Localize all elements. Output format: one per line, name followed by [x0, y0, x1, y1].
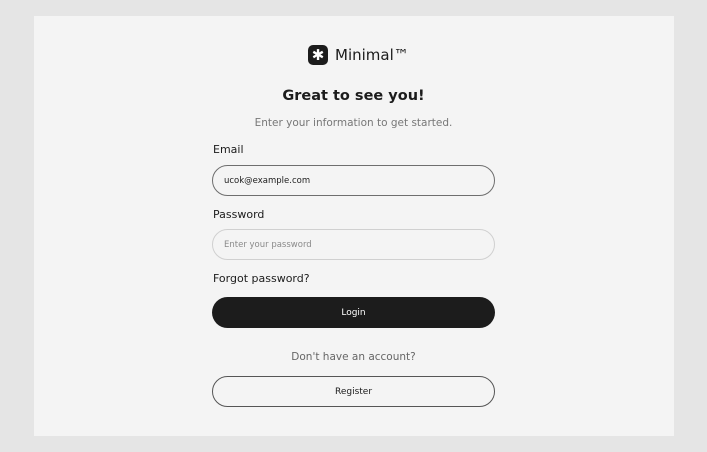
- forgot-password-link[interactable]: Forgot password?: [213, 272, 310, 285]
- brand-name: Minimal™: [335, 46, 409, 64]
- page-subtitle: Enter your information to get started.: [254, 117, 453, 129]
- login-button[interactable]: Login: [212, 297, 495, 328]
- asterisk-icon: ✱: [308, 45, 328, 65]
- password-field[interactable]: [212, 229, 495, 260]
- brand: ✱ Minimal™: [308, 44, 409, 66]
- login-card: [34, 16, 674, 436]
- no-account-text: Don't have an account?: [291, 351, 416, 363]
- password-label: Password: [213, 208, 265, 221]
- register-button[interactable]: Register: [212, 376, 495, 407]
- email-label: Email: [213, 143, 244, 156]
- email-field[interactable]: [212, 165, 495, 196]
- page-title: Great to see you!: [282, 88, 425, 104]
